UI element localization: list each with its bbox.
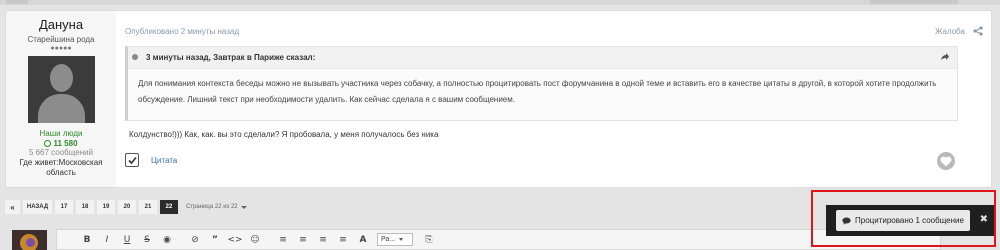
reputation-value: 11 580 [53,139,78,148]
multiquote-checkbox[interactable] [125,153,139,167]
italic-icon[interactable]: I [97,235,117,245]
emoji-icon[interactable]: ☺ [245,235,265,245]
post-date[interactable]: Опубликовано 2 минуты назад [125,27,239,36]
reply-user-avatar [12,230,47,250]
author-posts-count[interactable]: 5 667 сообщений [6,148,116,157]
like-button[interactable] [937,152,955,170]
code-icon[interactable]: <> [225,235,245,245]
page-jump-dropdown[interactable]: Страница 22 из 22 [186,200,247,214]
report-link[interactable]: Жалоба [935,27,965,36]
page-21[interactable]: 21 [139,200,157,214]
font-size-icon[interactable]: A [353,235,373,245]
avatar[interactable] [27,56,95,123]
author-rank-pips: ●●●●● [50,45,72,52]
chevron-down-icon [399,238,404,241]
pagination: « НАЗАД 17 18 19 20 21 22 Страница 22 из… [5,200,247,214]
editor-toolbar: B I U S ◉ ⊘ ” <> ☺ ≡ ≡ ≡ ≡ A Ра... ⎘ [56,229,941,250]
back-button[interactable]: НАЗАД [23,200,52,214]
link-icon[interactable]: ⊘ [185,235,205,245]
share-icon[interactable] [973,26,983,36]
multiquote-label: Процитировано 1 сообщение [855,216,964,225]
chevron-down-icon [240,205,247,209]
quote-body: Для понимания контекста беседы можно не … [138,79,937,104]
quote-icon[interactable]: ” [205,235,225,245]
page-22-current[interactable]: 22 [160,200,178,214]
quote-header: 3 минуты назад, Завтрак в Париже сказал: [128,47,957,69]
forum-post: Дануна Старейшина рода ●●●●● Наши люди 1… [5,10,992,188]
align-left-icon[interactable]: ≡ [293,235,313,245]
page-indicator: Страница 22 из 22 [186,204,238,210]
author-panel: Дануна Старейшина рода ●●●●● Наши люди 1… [6,11,116,187]
author-name[interactable]: Дануна [6,17,116,32]
font-select[interactable]: Ра... [377,233,413,246]
post-content: Колдунство!))) Как, как. вы это сделали?… [129,130,439,139]
bold-icon[interactable]: B [77,235,97,245]
page-20[interactable]: 20 [118,200,136,214]
multiquote-toast: Процитировано 1 сообщение ✖ [826,205,994,236]
align-center-icon[interactable]: ≡ [313,235,333,245]
author-reputation: 11 580 [6,139,116,148]
comment-icon [842,217,851,225]
close-icon[interactable]: ✖ [980,214,988,225]
reputation-icon [44,140,52,147]
font-select-value: Ра... [381,236,396,243]
author-group: Наши люди [39,129,83,138]
check-icon [128,156,137,165]
align-right-icon[interactable]: ≡ [333,235,353,245]
heart-icon [940,156,952,167]
quote-button[interactable]: Цитата [151,156,177,165]
page-19[interactable]: 19 [97,200,115,214]
quote-block: 3 минуты назад, Завтрак в Париже сказал:… [125,46,958,121]
quote-citation[interactable]: 3 минуты назад, Завтрак в Париже сказал: [146,53,315,62]
page-17[interactable]: 17 [55,200,73,214]
author-location: Где живет:Московская область [19,158,103,177]
prev-page-button[interactable]: « [5,200,20,214]
page-18[interactable]: 18 [76,200,94,214]
avatar-silhouette-head [49,64,73,92]
quote-goto-icon[interactable] [940,52,950,62]
multiquote-button[interactable]: Процитировано 1 сообщение [836,210,970,231]
avatar-silhouette-body [37,94,85,123]
quote-bullet-icon [132,54,138,60]
underline-icon[interactable]: U [117,235,137,245]
preview-icon[interactable]: ⎘ [419,235,439,245]
author-rank: Старейшина рода [27,35,95,44]
strikethrough-icon[interactable]: S [137,235,157,245]
eye-icon[interactable]: ◉ [157,235,177,245]
list-icon[interactable]: ≡ [273,235,293,245]
previous-post-edge [0,0,1000,5]
